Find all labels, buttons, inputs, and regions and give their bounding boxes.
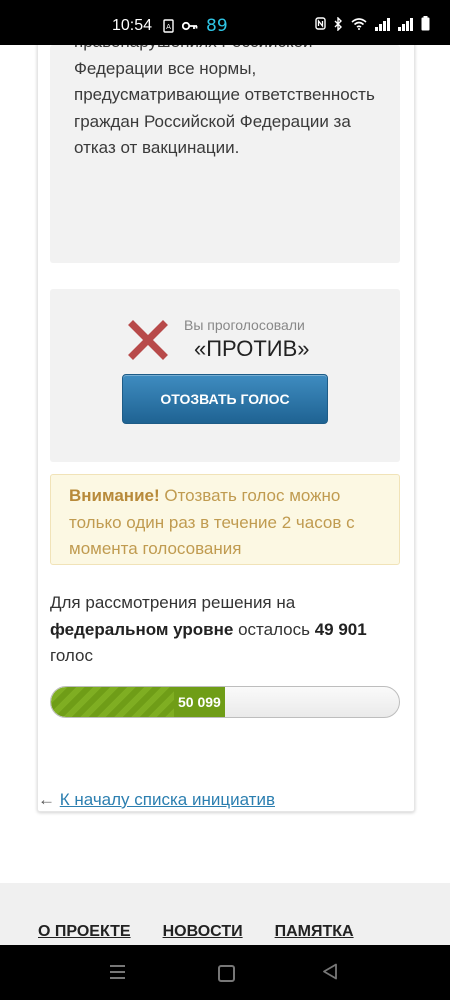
footer-nav: О ПРОЕКТЕ НОВОСТИ ПАМЯТКА <box>38 923 354 941</box>
back-arrow: ← <box>38 790 55 809</box>
cross-icon <box>128 320 168 360</box>
svg-text:A: A <box>166 23 171 31</box>
footer-link-news[interactable]: НОВОСТИ <box>163 923 243 941</box>
footer: О ПРОЕКТЕ НОВОСТИ ПАМЯТКА <box>0 877 450 945</box>
nfc-icon <box>315 17 326 30</box>
warning-text: Внимание! Отозвать голос можно только од… <box>69 483 389 563</box>
status-right-icons <box>315 16 430 31</box>
petition-text: правонарушениях Российской Федерации все… <box>74 45 375 157</box>
warning-box: Внимание! Отозвать голос можно только од… <box>50 474 400 565</box>
battery-level: 89 <box>206 16 228 36</box>
footer-link-about[interactable]: О ПРОЕКТЕ <box>38 923 131 941</box>
system-nav-bar <box>0 945 450 1000</box>
status-bar: 10:54 A 89 <box>0 0 450 45</box>
screenshot-icon: A <box>163 19 174 33</box>
recent-apps-icon[interactable] <box>110 965 125 983</box>
warning-title: Внимание! <box>69 486 160 505</box>
petition-text-box: правонарушениях Российской Федерации все… <box>50 45 400 263</box>
vote-status-box: Вы проголосовали «ПРОТИВ» ОТОЗВАТЬ ГОЛОС <box>50 289 400 462</box>
vote-progress-bar: 50 099 <box>50 686 400 718</box>
status-time: 10:54 <box>112 17 153 34</box>
voted-value: «ПРОТИВ» <box>194 336 310 361</box>
wifi-icon <box>351 17 367 30</box>
bluetooth-icon <box>334 16 342 31</box>
voted-label: Вы проголосовали <box>184 317 305 333</box>
page-content: правонарушениях Российской Федерации все… <box>0 45 450 945</box>
back-icon[interactable] <box>322 963 338 980</box>
footer-edge <box>0 877 450 887</box>
remaining-middle: осталось <box>233 619 315 639</box>
back-link: ← К началу списка инициатив <box>38 790 275 810</box>
signal-icon <box>375 17 390 31</box>
remaining-votes-text: Для рассмотрения решения на федеральном … <box>50 590 390 670</box>
remaining-level: федеральном уровне <box>50 619 234 639</box>
remaining-count: 49 901 <box>314 619 367 639</box>
progress-value-label: 50 099 <box>174 687 225 717</box>
key-icon <box>182 21 198 31</box>
home-icon[interactable] <box>218 965 235 982</box>
status-left-icons: A 89 <box>163 16 228 36</box>
back-to-list-link[interactable]: К началу списка инициатив <box>60 790 275 809</box>
remaining-suffix: голос <box>50 646 93 665</box>
remaining-prefix: Для рассмотрения решения на <box>50 593 296 612</box>
signal-icon-2 <box>398 17 413 31</box>
battery-icon <box>421 16 430 31</box>
footer-link-memo[interactable]: ПАМЯТКА <box>275 923 354 941</box>
revoke-vote-button[interactable]: ОТОЗВАТЬ ГОЛОС <box>122 374 328 424</box>
